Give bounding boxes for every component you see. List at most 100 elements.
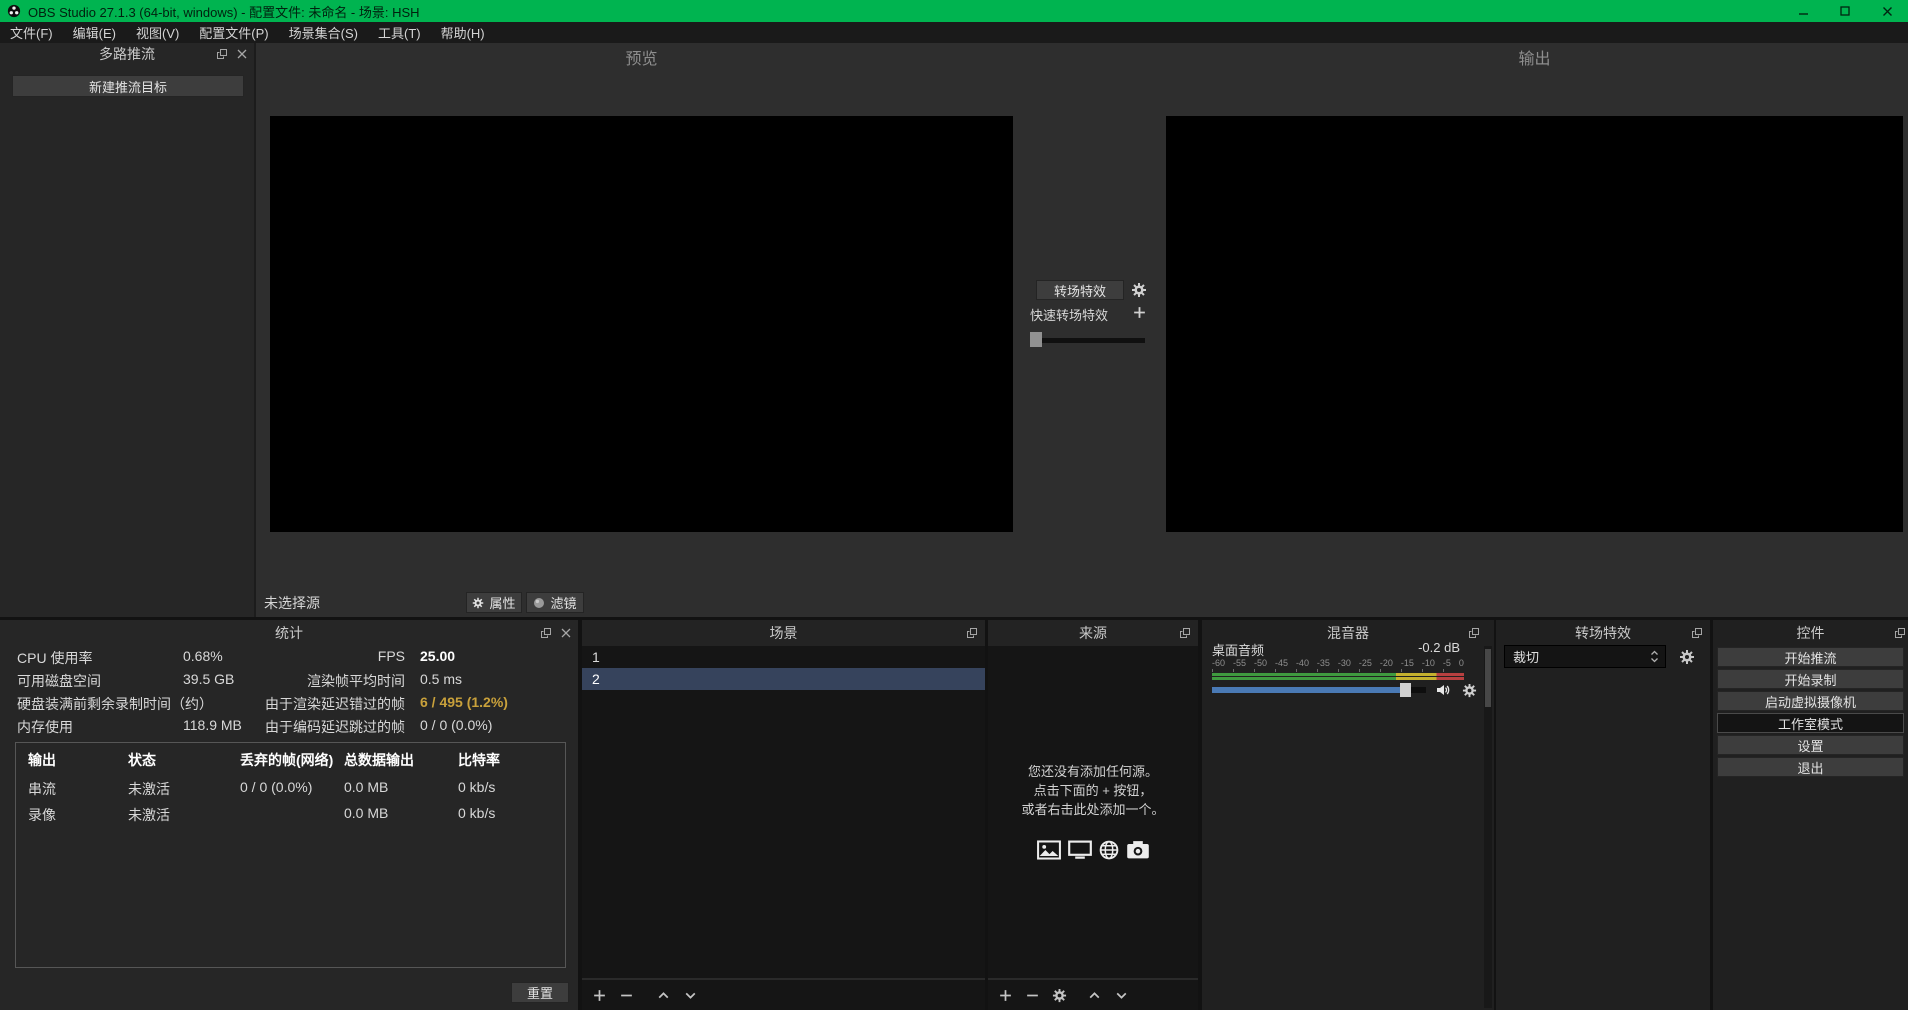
scenes-dock: 场景 1 2 [582,620,985,1010]
add-scene-icon[interactable] [592,988,607,1003]
stat-label: 渲染帧平均时间 [243,671,405,691]
table-cell: 0.0 MB [344,779,388,795]
stats-row: 内存使用 118.9 MB 由于编码延迟跳过的帧 0 / 0 (0.0%) [0,717,578,737]
menu-scene-collection[interactable]: 场景集合(S) [279,22,368,43]
new-stream-target-button[interactable]: 新建推流目标 [12,75,244,97]
move-source-up-icon[interactable] [1087,988,1102,1003]
volume-slider-handle[interactable] [1400,683,1411,697]
multistream-dock: 多路推流 新建推流目标 [0,43,256,617]
table-cell: 未激活 [128,805,170,825]
mixer-dock-title: 混音器 [1327,623,1369,643]
add-source-icon[interactable] [998,988,1013,1003]
stat-label: 硬盘装满前剩余录制时间（约） [17,694,213,714]
float-dock-icon[interactable] [1179,627,1191,639]
stat-label: 由于渲染延迟错过的帧 [243,694,405,714]
gear-icon [472,597,484,609]
sources-dock-header[interactable]: 来源 [988,620,1198,646]
menu-tools[interactable]: 工具(T) [368,22,431,43]
close-dock-icon[interactable] [561,628,571,638]
multistream-dock-header[interactable]: 多路推流 [0,43,254,65]
start-recording-button[interactable]: 开始录制 [1717,669,1904,689]
stats-row: 硬盘装满前剩余录制时间（约） 由于渲染延迟错过的帧 6 / 495 (1.2%) [0,694,578,714]
move-scene-up-icon[interactable] [656,988,671,1003]
transitions-dock-title: 转场特效 [1575,623,1631,643]
close-button[interactable] [1866,0,1908,22]
exit-button[interactable]: 退出 [1717,757,1904,777]
move-source-down-icon[interactable] [1114,988,1129,1003]
controls-dock: 控件 开始推流 开始录制 启动虚拟摄像机 工作室模式 设置 退出 [1713,620,1908,1010]
settings-button[interactable]: 设置 [1717,735,1904,755]
stats-reset-button[interactable]: 重置 [511,982,569,1003]
browser-source-icon [1099,840,1119,860]
maximize-button[interactable] [1824,0,1866,22]
menu-help[interactable]: 帮助(H) [431,22,495,43]
remove-scene-icon[interactable] [619,988,634,1003]
menu-profile[interactable]: 配置文件(P) [189,22,278,43]
scene-item-selected[interactable]: 2 [582,668,985,690]
mixer-level-db: -0.2 dB [1418,640,1460,655]
volume-meter-left [1212,673,1464,676]
stats-dock-header[interactable]: 统计 [0,620,578,646]
stat-value: 118.9 MB [183,717,242,733]
transition-gear-icon[interactable] [1130,281,1148,299]
mixer-gear-icon[interactable] [1460,681,1478,699]
mixer-scrollbar[interactable] [1484,646,1492,1008]
transitions-dock: 转场特效 裁切 [1496,620,1710,1010]
source-properties-button[interactable]: 属性 [466,592,522,613]
menu-edit[interactable]: 编辑(E) [63,22,126,43]
mixer-scrollbar-thumb[interactable] [1485,649,1491,707]
add-quick-transition-icon[interactable] [1130,303,1148,321]
transition-properties-gear-icon[interactable] [1678,648,1696,666]
filter-icon [533,597,545,609]
move-scene-down-icon[interactable] [683,988,698,1003]
float-dock-icon[interactable] [1691,627,1703,639]
close-icon [1882,6,1893,17]
table-header: 输出 [28,750,56,770]
output-stats-table: 输出 状态 丢弃的帧(网络) 总数据输出 比特率 串流 未激活 0 / 0 (0… [15,742,566,968]
transitions-dock-header[interactable]: 转场特效 [1496,620,1710,646]
source-filters-button[interactable]: 滤镜 [526,592,584,613]
scenes-dock-header[interactable]: 场景 [582,620,985,646]
table-cell: 0 kb/s [458,779,495,795]
table-cell: 0 / 0 (0.0%) [240,779,312,795]
float-dock-icon[interactable] [216,48,228,60]
display-source-icon [1068,840,1092,860]
source-list-empty[interactable]: 您还没有添加任何源。 点击下面的 + 按钮， 或者右击此处添加一个。 [988,646,1198,978]
float-dock-icon[interactable] [1468,627,1480,639]
float-dock-icon[interactable] [1894,627,1906,639]
mixer-channel-name: 桌面音频 [1212,640,1264,659]
close-dock-icon[interactable] [237,49,247,59]
combo-spinner-icons [1650,649,1659,664]
menu-file[interactable]: 文件(F) [0,22,63,43]
apply-transition-button[interactable]: 转场特效 [1036,280,1124,300]
stat-value: 0.5 ms [420,671,462,687]
minimize-button[interactable] [1782,0,1824,22]
controls-dock-header[interactable]: 控件 [1713,620,1908,646]
volume-slider[interactable] [1212,683,1426,697]
start-streaming-button[interactable]: 开始推流 [1717,647,1904,667]
transition-duration-slider[interactable] [1030,332,1145,348]
speaker-icon[interactable] [1434,681,1452,699]
float-dock-icon[interactable] [540,627,552,639]
program-canvas[interactable] [1166,116,1903,532]
menu-view[interactable]: 视图(V) [126,22,189,43]
stats-row: CPU 使用率 0.68% FPS 25.00 [0,648,578,668]
titlebar[interactable]: OBS Studio 27.1.3 (64-bit, windows) - 配置… [0,0,1908,22]
obs-window: OBS Studio 27.1.3 (64-bit, windows) - 配置… [0,0,1908,1010]
source-properties-icon[interactable] [1052,988,1067,1003]
transition-select-combobox[interactable]: 裁切 [1504,645,1666,668]
stats-row: 可用磁盘空间 39.5 GB 渲染帧平均时间 0.5 ms [0,671,578,691]
sources-dock-title: 来源 [1079,623,1107,643]
scene-item[interactable]: 1 [582,646,985,668]
no-source-selected-label: 未选择源 [264,593,320,613]
table-header: 丢弃的帧(网络) [240,750,333,770]
preview-canvas[interactable] [270,116,1013,532]
studio-mode-button[interactable]: 工作室模式 [1717,713,1904,733]
slider-handle[interactable] [1030,332,1042,347]
mixer-db-scale: -60-55-50-45-40-35-30-25-20-15-10-50 [1212,658,1464,668]
volume-slider-fill [1212,687,1400,693]
start-virtual-camera-button[interactable]: 启动虚拟摄像机 [1717,691,1904,711]
float-dock-icon[interactable] [966,627,978,639]
remove-source-icon[interactable] [1025,988,1040,1003]
table-header: 比特率 [458,750,500,770]
